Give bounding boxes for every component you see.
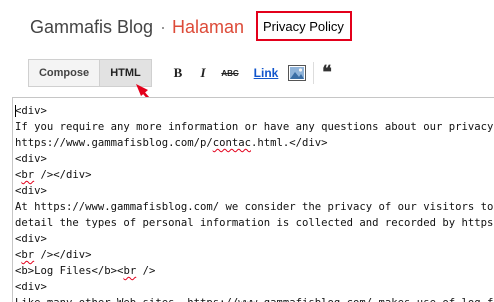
compose-mode-button[interactable]: Compose [28,59,100,87]
code-line: <div> [15,233,47,245]
code-line: <div> [15,153,47,165]
html-mode-button[interactable]: HTML [100,59,152,87]
code-line: detail the types of personal information… [15,217,494,229]
code-segment: br [21,169,35,181]
code-line: <div> [15,185,47,197]
code-segment: .</div> [282,137,328,149]
header-separator: · [160,17,166,37]
mode-switch: Compose HTML [28,59,152,87]
page-type-label: Halaman [172,17,245,37]
code-segment: br [21,249,35,261]
strikethrough-icon[interactable]: ABC [220,65,240,81]
page-title-highlight-box [256,11,352,41]
editor-header: Gammafis Blog · Halaman [0,0,494,52]
code-line: <div> [15,281,47,293]
html-code-editor[interactable]: <div> If you require any more information… [12,97,494,302]
image-icon[interactable] [288,65,306,81]
toolbar-divider [313,62,314,84]
page-title-input[interactable] [261,17,349,37]
quote-icon[interactable]: ❝ [319,64,335,82]
bold-icon[interactable]: B [172,65,184,81]
code-segment: .html [251,137,283,149]
code-segment: https://www.gammafisblog.com/p/ [15,137,213,149]
image-icon-graphic [288,65,306,81]
code-line: <div> [15,105,47,117]
code-line: Like many other Web sites, https://www.g… [15,295,494,302]
code-line: <b>Log Files</b><br /> [15,263,155,279]
code-segment: <b>Log Files</b>< [15,265,124,277]
code-segment: contac [212,137,251,149]
code-segment: /> [136,265,156,277]
code-line: https://www.gammafisblog.com/p/contac.ht… [15,135,328,151]
code-line: <br /></div> [15,247,92,263]
code-segment: /></div> [34,249,92,261]
code-segment: /></div> [34,169,92,181]
code-line: <br /></div> [15,167,92,183]
editor-toolbar: Compose HTML B I ABC Link ❝ [0,52,494,98]
code-segment: br [123,265,137,277]
code-line: At https://www.gammafisblog.com/ we cons… [15,201,494,213]
code-line: If you require any more information or h… [15,121,494,133]
blogger-page-editor: Gammafis Blog · Halaman Compose HTML B I… [0,0,494,302]
italic-icon[interactable]: I [197,65,209,81]
blog-name[interactable]: Gammafis Blog [30,17,153,38]
link-button[interactable]: Link [253,65,279,81]
